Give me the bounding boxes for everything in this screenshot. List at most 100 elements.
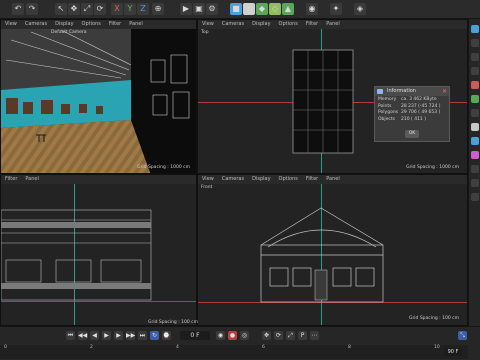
key-param-icon[interactable]: P: [298, 331, 307, 340]
render-settings-icon[interactable]: ⚙: [206, 3, 218, 15]
prev-frame-icon[interactable]: ◀: [90, 331, 99, 340]
texture-icon[interactable]: [471, 123, 479, 131]
menu-panel[interactable]: Panel: [129, 21, 143, 27]
key-scale-icon[interactable]: ⤢: [286, 331, 295, 340]
axis-icon[interactable]: [471, 109, 479, 117]
undo-icon-glyph: ↶: [14, 4, 22, 13]
ruler-tick-label: 2: [90, 345, 93, 350]
go-to-end-icon[interactable]: ⏭: [138, 331, 147, 340]
dialog-title-bar: Information ✕: [375, 87, 449, 96]
play-icon[interactable]: ▶: [102, 331, 111, 340]
prev-key-icon[interactable]: ◀◀: [78, 331, 87, 340]
close-icon[interactable]: ✕: [442, 87, 447, 96]
row-label: Objects: [378, 116, 396, 122]
z-axis-label[interactable]: Z: [137, 3, 149, 15]
z-axis-label-glyph: Z: [140, 4, 146, 13]
environment-icon-glyph: ▲: [284, 4, 292, 13]
right-toolbar: [468, 19, 480, 326]
lock-icon[interactable]: [471, 165, 479, 173]
perspective-menu[interactable]: View Cameras Display Options Filter Panel: [1, 20, 196, 29]
front-viewport[interactable]: View Cameras Display Options Filter Panel Fro…: [197, 174, 468, 326]
ok-button[interactable]: OK: [405, 130, 419, 138]
cube-icon[interactable]: ■: [230, 3, 242, 15]
row-label: Memory: [378, 97, 397, 102]
loop-icon[interactable]: ↻: [150, 331, 159, 340]
x-axis-label[interactable]: X: [111, 3, 123, 15]
generator-icon[interactable]: ◆: [256, 3, 268, 15]
y-axis-label-glyph: Y: [127, 4, 133, 13]
ruler-tick-label: 10: [434, 345, 440, 350]
sculpt-icon[interactable]: [471, 151, 479, 159]
render-view-icon-glyph: ▶: [182, 4, 190, 13]
render-region-icon[interactable]: ▣: [193, 3, 205, 15]
end-frame-value: 90 F: [447, 349, 459, 355]
expand-icon[interactable]: ⤡: [458, 331, 467, 340]
scale-icon[interactable]: ⤢: [81, 3, 93, 15]
objects-row: Objects 210 ( 411 ): [375, 117, 449, 124]
go-to-start-icon[interactable]: ⏮: [66, 331, 75, 340]
record-key-icon[interactable]: ◉: [216, 331, 225, 340]
model-mode-icon[interactable]: [471, 25, 479, 33]
deformer-icon-glyph: ◇: [271, 4, 279, 13]
move-icon-glyph: ✥: [70, 4, 78, 13]
move-icon[interactable]: ✥: [68, 3, 80, 15]
timeline-panel: ⏮ ◀◀ ◀ ▶ ▶ ▶▶ ⏭ ↻ ⌚ 0 F ◉ ● ◎ ✥ ⟳ ⤢ P ⋯ …: [0, 326, 480, 360]
polygons-mode-icon[interactable]: [471, 67, 479, 75]
workplane-icon[interactable]: [471, 95, 479, 103]
snap-icon[interactable]: [471, 81, 479, 89]
scale-icon-glyph: ⤢: [83, 4, 91, 13]
ruler-tick-label: 6: [262, 345, 265, 350]
edges-mode-icon[interactable]: [471, 53, 479, 61]
frame-field[interactable]: 0 F: [180, 331, 210, 340]
menu-view[interactable]: View: [5, 21, 17, 27]
light-icon[interactable]: ✦: [330, 3, 342, 15]
autokey-icon[interactable]: ◎: [240, 331, 249, 340]
menu-options[interactable]: Options: [82, 21, 101, 27]
select-icon-glyph: ↖: [57, 4, 65, 13]
record-icon[interactable]: ●: [228, 331, 237, 340]
ruler-tick-label: 8: [348, 345, 351, 350]
undo-icon[interactable]: ↶: [12, 3, 24, 15]
paint-icon[interactable]: [471, 137, 479, 145]
grid-icon[interactable]: [471, 193, 479, 201]
points-mode-icon[interactable]: [471, 39, 479, 47]
key-pla-icon[interactable]: ⋯: [310, 331, 319, 340]
camera-icon-glyph: ◉: [308, 4, 316, 13]
next-frame-icon[interactable]: ▶: [114, 331, 123, 340]
next-key-icon[interactable]: ▶▶: [126, 331, 135, 340]
redo-icon[interactable]: ↷: [26, 3, 38, 15]
end-frame-field[interactable]: 90 F: [444, 348, 462, 356]
side-elevation: [1, 209, 152, 301]
row-label: Polygons: [378, 110, 399, 115]
info-icon: [377, 89, 383, 94]
generator-icon-glyph: ◆: [258, 4, 266, 13]
timeline-icon[interactable]: ⌚: [162, 331, 171, 340]
camera-icon[interactable]: ◉: [306, 3, 318, 15]
environment-icon[interactable]: ▲: [282, 3, 294, 15]
rotate-icon[interactable]: ⟳: [94, 3, 106, 15]
timeline-ruler[interactable]: 0 2 4 6 8 10: [0, 345, 468, 359]
grid-spacing-label: Grid Spacing : 1000 cm: [406, 165, 459, 170]
key-move-icon[interactable]: ✥: [262, 331, 271, 340]
tag-icon[interactable]: ◈: [354, 3, 366, 15]
key-rotate-icon[interactable]: ⟳: [274, 331, 283, 340]
solo-icon[interactable]: [471, 179, 479, 187]
select-icon[interactable]: ↖: [55, 3, 67, 15]
light-icon-glyph: ✦: [332, 4, 340, 13]
information-dialog: Information ✕ Memory ca. 3 462 KByte Poin…: [374, 86, 450, 142]
ruler-tick-label: 4: [176, 345, 179, 350]
deformer-icon[interactable]: ◇: [269, 3, 281, 15]
y-axis-label[interactable]: Y: [124, 3, 136, 15]
menu-cameras[interactable]: Cameras: [25, 21, 47, 27]
gallery-scene: [1, 29, 196, 173]
menu-display[interactable]: Display: [55, 21, 73, 27]
perspective-viewport[interactable]: View Cameras Display Options Filter Panel Def…: [0, 19, 197, 174]
front-elevation: [260, 207, 384, 303]
render-view-icon[interactable]: ▶: [180, 3, 192, 15]
world-icon[interactable]: ⊕: [152, 3, 164, 15]
menu-filter[interactable]: Filter: [109, 21, 121, 27]
tag-icon-glyph: ◈: [356, 4, 364, 13]
main-toolbar: ↶ ↷ ↖ ✥ ⤢ ⟳ X Y Z ⊕ ▶ ▣ ⚙ ■ ∿ ◆ ◇ ▲ ◉ ✦ ◈: [0, 0, 480, 19]
spline-icon[interactable]: ∿: [243, 3, 255, 15]
side-viewport[interactable]: Filter Panel: [0, 174, 197, 326]
